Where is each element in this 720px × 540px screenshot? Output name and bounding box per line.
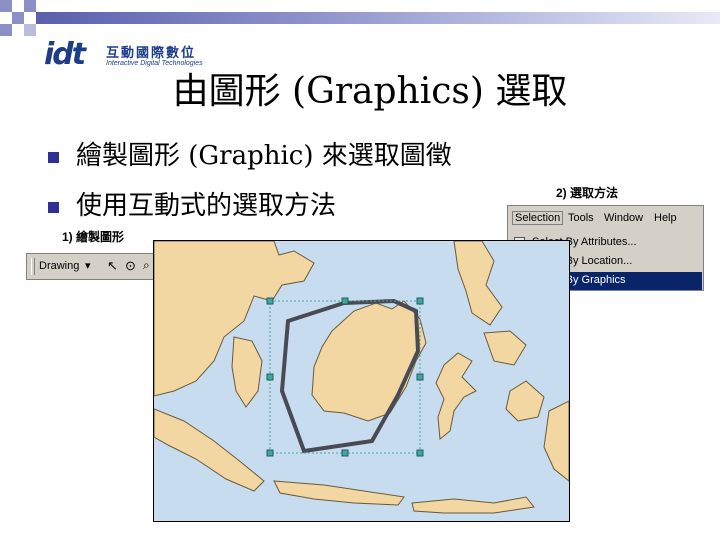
resize-handle xyxy=(266,373,274,381)
land-sumatra xyxy=(154,408,265,492)
land-philippines xyxy=(453,241,503,326)
resize-handle xyxy=(416,449,424,457)
company-logo: idt 互動國際數位 Interactive Digital Technolog… xyxy=(44,38,204,74)
land-borneo xyxy=(311,300,427,422)
step1-label: 1) 繪製圖形 xyxy=(62,230,125,244)
rotate-icon[interactable]: ⊙ xyxy=(125,258,136,274)
resize-handle xyxy=(341,449,349,457)
bullet-square-icon xyxy=(48,202,59,213)
toolbar-grip[interactable] xyxy=(31,258,35,275)
bullet-item: 繪製圖形 (Graphic) 來選取圖徵 xyxy=(76,141,452,171)
map-view[interactable] xyxy=(153,240,570,522)
header-bar xyxy=(36,12,720,24)
chevron-down-icon[interactable]: ▾ xyxy=(85,259,91,272)
menu-bar: Selection Tools Window Help xyxy=(508,206,703,230)
logo-english-name: Interactive Digital Technologies xyxy=(106,60,203,67)
land-mindanao xyxy=(483,330,527,366)
map-canvas[interactable] xyxy=(154,241,569,521)
menu-tools[interactable]: Tools xyxy=(568,212,594,224)
resize-handle xyxy=(341,297,349,305)
land-java xyxy=(273,480,405,506)
bullet-square-icon xyxy=(48,152,59,163)
drawing-menu-button[interactable]: Drawing xyxy=(39,260,79,272)
land-peninsula xyxy=(231,336,263,408)
resize-handle xyxy=(266,297,274,305)
land-moluccas xyxy=(505,380,545,422)
resize-handle xyxy=(266,449,274,457)
bullet-item: 使用互動式的選取方法 xyxy=(76,191,337,221)
logo-chinese-name: 互動國際數位 xyxy=(106,45,197,60)
land-lesser-sunda xyxy=(411,496,535,514)
select-pointer-icon[interactable]: ↖ xyxy=(107,258,118,274)
logo-mark: idt xyxy=(44,37,86,72)
menu-help[interactable]: Help xyxy=(654,212,677,224)
resize-handle xyxy=(416,373,424,381)
slide-title: 由圖形 (Graphics) 選取 xyxy=(172,71,568,112)
land-new-guinea xyxy=(543,400,569,482)
identify-icon[interactable]: ⌕ xyxy=(143,258,150,273)
menu-selection[interactable]: Selection xyxy=(512,211,564,225)
menu-window[interactable]: Window xyxy=(604,212,643,224)
resize-handle xyxy=(416,297,424,305)
step2-label: 2) 選取方法 xyxy=(556,186,619,200)
land-sulawesi xyxy=(435,352,477,440)
